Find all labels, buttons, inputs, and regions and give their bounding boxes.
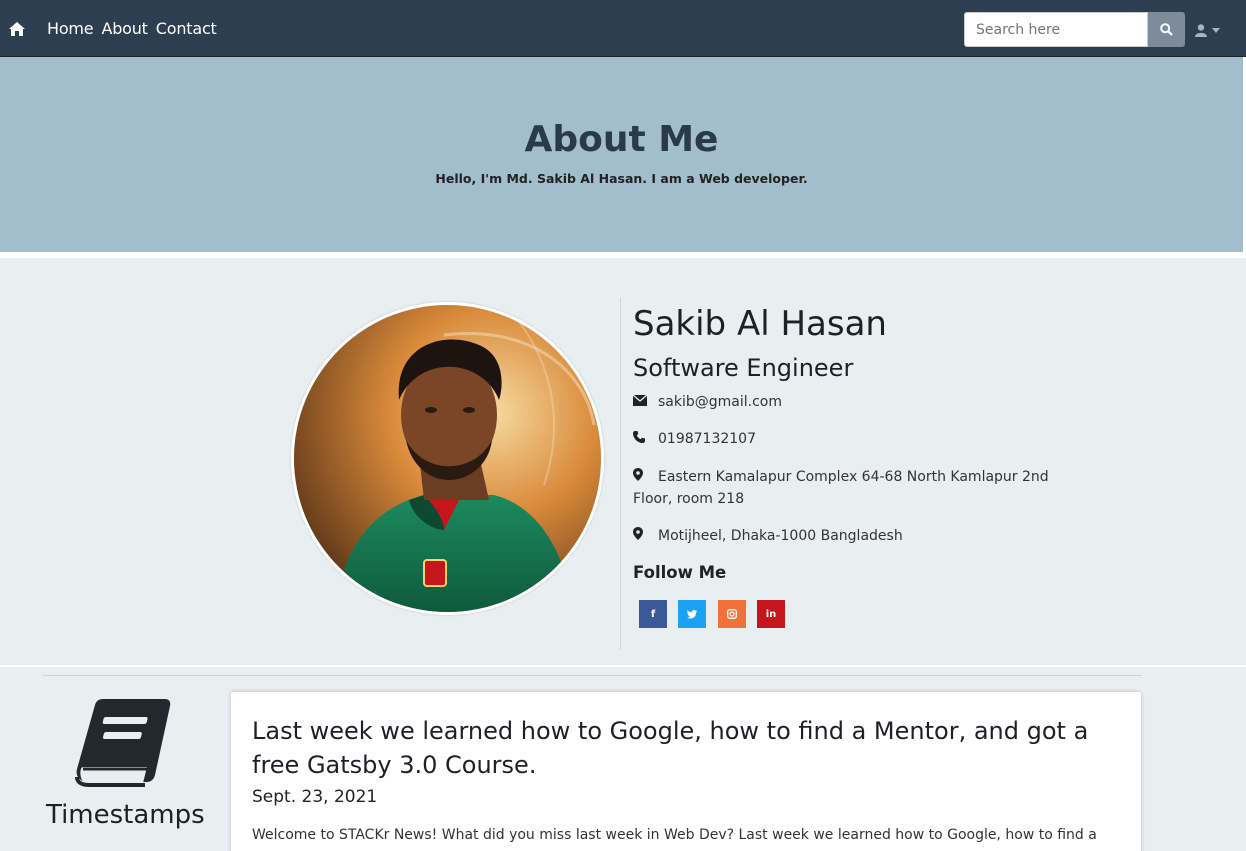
post-card[interactable]: Last week we learned how to Google, how … bbox=[231, 692, 1141, 851]
timestamps-section: Timestamps Last week we learned how to G… bbox=[0, 667, 1246, 851]
user-menu-button[interactable] bbox=[1195, 18, 1231, 42]
search-icon bbox=[1160, 23, 1173, 36]
post-title[interactable]: Last week we learned how to Google, how … bbox=[252, 714, 1122, 782]
timestamps-label: Timestamps bbox=[46, 800, 205, 830]
nav-contact-link[interactable]: Contact bbox=[156, 19, 217, 38]
page-title: About Me bbox=[524, 119, 719, 160]
map-marker-icon bbox=[633, 525, 649, 547]
profile-title: Software Engineer bbox=[633, 354, 854, 382]
address-line1: Eastern Kamalapur Complex 64-68 North Ka… bbox=[658, 469, 1049, 485]
twitter-icon[interactable] bbox=[678, 600, 706, 628]
linkedin-icon[interactable]: in bbox=[757, 600, 785, 628]
address-row: Eastern Kamalapur Complex 64-68 North Ka… bbox=[633, 466, 1053, 510]
phone-text: 01987132107 bbox=[658, 431, 756, 447]
nav-about-link[interactable]: About bbox=[101, 19, 148, 38]
search-input[interactable] bbox=[964, 12, 1148, 47]
home-icon[interactable] bbox=[9, 21, 25, 36]
phone-row: 01987132107 bbox=[633, 428, 756, 450]
post-excerpt: Welcome to STACKr News! What did you mis… bbox=[252, 827, 1097, 843]
follow-heading: Follow Me bbox=[633, 563, 727, 582]
post-date: Sept. 23, 2021 bbox=[252, 787, 378, 807]
user-icon bbox=[1195, 23, 1207, 37]
book-icon bbox=[73, 697, 171, 787]
profile-section: Sakib Al Hasan Software Engineer sakib@g… bbox=[0, 258, 1246, 665]
location-text: Motijheel, Dhaka-1000 Bangladesh bbox=[658, 528, 903, 544]
email-row: sakib@gmail.com bbox=[632, 391, 782, 413]
search-button[interactable] bbox=[1148, 12, 1185, 47]
profile-divider bbox=[620, 298, 621, 650]
facebook-icon[interactable]: f bbox=[639, 600, 667, 628]
hero-subtitle: Hello, I'm Md. Sakib Al Hasan. I am a We… bbox=[435, 171, 808, 186]
chevron-down-icon bbox=[1212, 27, 1220, 33]
instagram-icon[interactable] bbox=[718, 600, 746, 628]
hero-banner: About Me Hello, I'm Md. Sakib Al Hasan. … bbox=[0, 57, 1243, 252]
envelope-icon bbox=[632, 391, 649, 413]
location-row: Motijheel, Dhaka-1000 Bangladesh bbox=[633, 525, 903, 547]
address-line2: Floor, room 218 bbox=[633, 491, 745, 507]
avatar bbox=[291, 302, 604, 615]
horizontal-rule bbox=[43, 675, 1142, 676]
navbar: Home About Contact bbox=[0, 0, 1246, 57]
nav-home-link[interactable]: Home bbox=[47, 19, 94, 38]
profile-name: Sakib Al Hasan bbox=[633, 304, 887, 344]
email-text: sakib@gmail.com bbox=[658, 394, 782, 410]
phone-icon bbox=[633, 428, 649, 450]
nav-links: Home About Contact bbox=[47, 19, 217, 38]
map-marker-icon bbox=[633, 466, 649, 488]
